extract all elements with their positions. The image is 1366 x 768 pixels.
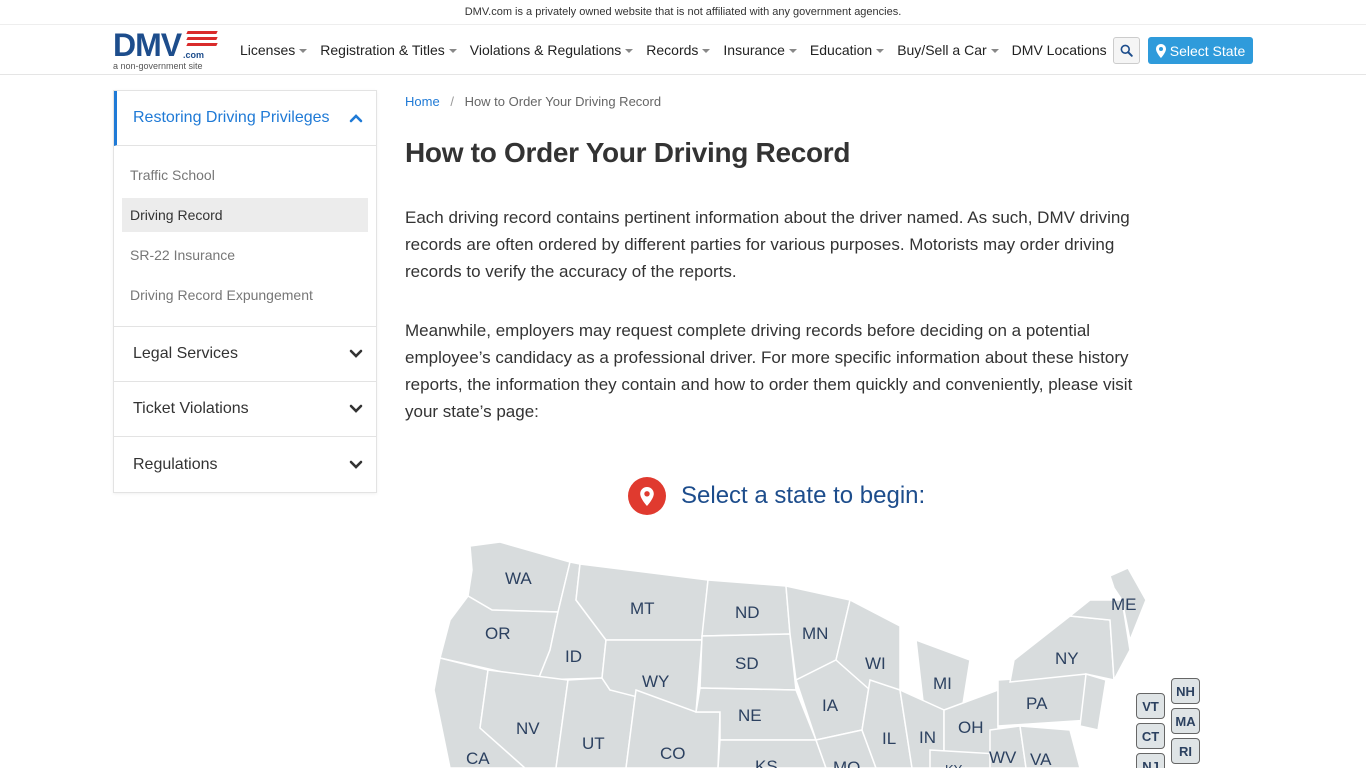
logo-tagline: a non-government site xyxy=(113,61,203,71)
state-label-ky[interactable]: KY xyxy=(945,762,962,768)
state-button-ma[interactable]: MA xyxy=(1171,708,1200,734)
state-label-mo[interactable]: MO xyxy=(833,758,860,768)
state-label-id[interactable]: ID xyxy=(565,647,582,667)
state-label-ca[interactable]: CA xyxy=(466,749,490,768)
state-ky xyxy=(929,749,1000,768)
disclaimer-text: DMV.com is a privately owned website tha… xyxy=(464,6,902,18)
sidebar-section-label: Ticket Violations xyxy=(133,400,249,417)
search-button[interactable] xyxy=(1113,37,1140,64)
site-logo[interactable]: DMV .com a non-government site xyxy=(113,28,223,72)
sidebar-item-sr22-insurance[interactable]: SR-22 Insurance xyxy=(122,238,368,272)
nav-insurance[interactable]: Insurance xyxy=(723,42,797,58)
state-label-ut[interactable]: UT xyxy=(582,734,605,754)
state-button-ct[interactable]: CT xyxy=(1136,723,1165,749)
caret-down-icon xyxy=(625,49,634,53)
state-label-co[interactable]: CO xyxy=(660,744,686,764)
state-label-nv[interactable]: NV xyxy=(516,719,540,739)
search-icon xyxy=(1120,44,1133,57)
select-state-text: Select a state to begin: xyxy=(681,482,926,509)
state-label-me[interactable]: ME xyxy=(1111,595,1137,615)
sidebar-menu: Restoring Driving Privileges Traffic Sch… xyxy=(113,90,377,493)
state-button-vt[interactable]: VT xyxy=(1136,693,1165,719)
nav-buy-sell-car[interactable]: Buy/Sell a Car xyxy=(897,42,999,58)
nav-education[interactable]: Education xyxy=(810,42,885,58)
state-label-wa[interactable]: WA xyxy=(505,569,532,589)
logo-com: .com xyxy=(183,50,205,60)
chevron-up-icon xyxy=(349,114,363,123)
state-label-wy[interactable]: WY xyxy=(642,672,669,692)
map-marker-icon xyxy=(1155,43,1166,58)
us-state-map: WA OR ID MT ND MN ME SD WI NY WY MI NV N… xyxy=(430,540,1210,768)
state-button-nj[interactable]: NJ xyxy=(1136,753,1165,768)
sidebar-section-legal-services[interactable]: Legal Services xyxy=(114,327,376,382)
chevron-down-icon xyxy=(349,460,363,469)
nav-licenses[interactable]: Licenses xyxy=(240,42,308,58)
state-label-mi[interactable]: MI xyxy=(933,674,952,694)
site-header: DMV .com a non-government site Licenses … xyxy=(0,25,1366,75)
state-label-ny[interactable]: NY xyxy=(1055,649,1079,669)
nav-registration-titles[interactable]: Registration & Titles xyxy=(320,42,457,58)
caret-down-icon xyxy=(788,49,797,53)
state-label-wv[interactable]: WV xyxy=(989,748,1016,768)
nav-records[interactable]: Records xyxy=(646,42,711,58)
chevron-down-icon xyxy=(349,404,363,413)
breadcrumb-current: How to Order Your Driving Record xyxy=(464,94,662,109)
sidebar-section-label: Restoring Driving Privileges xyxy=(133,109,330,126)
sidebar-item-traffic-school[interactable]: Traffic School xyxy=(122,158,368,192)
state-label-or[interactable]: OR xyxy=(485,624,511,644)
caret-down-icon xyxy=(876,49,885,53)
select-state-heading: Select a state to begin: xyxy=(628,477,925,515)
map-pin-icon xyxy=(628,477,666,515)
state-label-ks[interactable]: KS xyxy=(755,757,778,768)
state-button-nh[interactable]: NH xyxy=(1171,678,1200,704)
sidebar-submenu: Traffic School Driving Record SR-22 Insu… xyxy=(114,146,376,327)
nav-dmv-locations[interactable]: DMV Locations xyxy=(1012,42,1107,58)
breadcrumb-separator: / xyxy=(450,94,454,109)
state-label-ne[interactable]: NE xyxy=(738,706,762,726)
sidebar-section-regulations[interactable]: Regulations xyxy=(114,437,376,492)
state-label-il[interactable]: IL xyxy=(882,729,896,749)
caret-down-icon xyxy=(299,49,308,53)
sidebar-section-restoring-driving-privileges[interactable]: Restoring Driving Privileges xyxy=(114,91,376,146)
state-label-oh[interactable]: OH xyxy=(958,718,984,738)
caret-down-icon xyxy=(990,49,999,53)
sidebar-section-ticket-violations[interactable]: Ticket Violations xyxy=(114,382,376,437)
caret-down-icon xyxy=(448,49,457,53)
breadcrumb: Home / How to Order Your Driving Record xyxy=(405,94,661,109)
state-button-ri[interactable]: RI xyxy=(1171,738,1200,764)
nav-violations-regulations[interactable]: Violations & Regulations xyxy=(470,42,634,58)
sidebar-section-label: Legal Services xyxy=(133,345,238,362)
employer-paragraph: Meanwhile, employers may request complet… xyxy=(405,321,1133,421)
logo-text: DMV xyxy=(113,27,182,63)
logo-flag-icon xyxy=(186,31,218,51)
us-map-svg xyxy=(433,541,1147,768)
select-state-button[interactable]: Select State xyxy=(1148,37,1253,64)
disclaimer-bar: DMV.com is a privately owned website tha… xyxy=(0,0,1366,25)
state-label-mt[interactable]: MT xyxy=(630,599,655,619)
state-label-va[interactable]: VA xyxy=(1030,750,1051,768)
chevron-down-icon xyxy=(349,349,363,358)
state-label-wi[interactable]: WI xyxy=(865,654,886,674)
select-state-label: Select State xyxy=(1169,42,1246,59)
state-label-ia[interactable]: IA xyxy=(822,696,838,716)
sidebar-item-driving-record-expungement[interactable]: Driving Record Expungement xyxy=(122,278,368,312)
state-label-in[interactable]: IN xyxy=(919,728,936,748)
caret-down-icon xyxy=(702,49,711,53)
state-label-pa[interactable]: PA xyxy=(1026,694,1047,714)
intro-paragraph: Each driving record contains pertinent i… xyxy=(405,208,1130,281)
page-title: How to Order Your Driving Record xyxy=(405,137,851,168)
sidebar-section-label: Regulations xyxy=(133,455,218,473)
state-label-sd[interactable]: SD xyxy=(735,654,759,674)
state-label-mn[interactable]: MN xyxy=(802,624,828,644)
sidebar-item-driving-record[interactable]: Driving Record xyxy=(122,198,368,232)
main-nav: Licenses Registration & Titles Violation… xyxy=(240,25,1120,75)
breadcrumb-home-link[interactable]: Home xyxy=(405,94,440,109)
state-label-nd[interactable]: ND xyxy=(735,603,760,623)
